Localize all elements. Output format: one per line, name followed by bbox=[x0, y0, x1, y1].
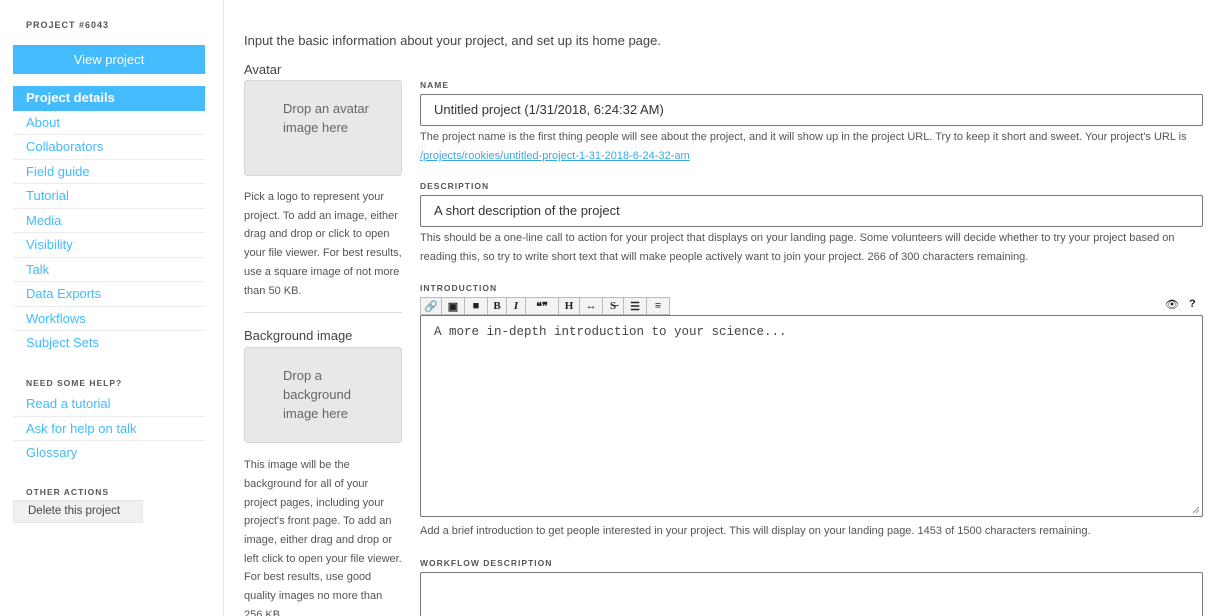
introduction-textarea[interactable]: A more in-depth introduction to your sci… bbox=[420, 315, 1203, 517]
name-section: NAME Untitled project (1/31/2018, 6:24:3… bbox=[420, 80, 1203, 166]
sidebar-item-workflows[interactable]: Workflows bbox=[13, 307, 205, 331]
link-icon[interactable]: 🔗 bbox=[420, 297, 442, 315]
sidebar-item-ask-help[interactable]: Ask for help on talk bbox=[13, 417, 205, 441]
sidebar-item-subject-sets[interactable]: Subject Sets bbox=[13, 331, 205, 356]
strikethrough-icon[interactable]: S̶ bbox=[602, 297, 624, 315]
markdown-toolbar: 🔗 ▣ ■ B I ❝❞ H ↔ S̶ ☰ ≡ bbox=[420, 297, 670, 315]
sidebar-item-collaborators[interactable]: Collaborators bbox=[13, 135, 205, 160]
background-title: Background image bbox=[244, 328, 353, 344]
background-help: This image will be the background for al… bbox=[244, 459, 402, 616]
resize-handle-icon[interactable] bbox=[1192, 506, 1200, 514]
image-column: Avatar Drop an avatar image here Pick a … bbox=[244, 62, 402, 616]
help-heading: NEED SOME HELP? bbox=[26, 378, 123, 388]
introduction-help: Add a brief introduction to get people i… bbox=[420, 525, 1091, 537]
divider bbox=[244, 312, 402, 314]
numbered-list-icon[interactable]: ≡ bbox=[646, 297, 670, 315]
background-dropzone[interactable]: Drop a background image here bbox=[244, 347, 402, 444]
sidebar-item-read-tutorial[interactable]: Read a tutorial bbox=[13, 392, 205, 417]
avatar-help: Pick a logo to represent your project. T… bbox=[244, 191, 402, 297]
description-help: This should be a one-line call to action… bbox=[420, 232, 1175, 263]
introduction-label: INTRODUCTION bbox=[420, 283, 498, 293]
workflow-description-input[interactable] bbox=[420, 572, 1203, 616]
sidebar-item-talk[interactable]: Talk bbox=[13, 258, 205, 282]
bold-icon[interactable]: B bbox=[487, 297, 507, 315]
sidebar: PROJECT #6043 View project Project detai… bbox=[0, 0, 224, 616]
help-question-icon[interactable]: ? bbox=[1189, 298, 1196, 310]
workflow-description-label: WORKFLOW DESCRIPTION bbox=[420, 558, 553, 568]
video-icon[interactable]: ■ bbox=[464, 297, 488, 315]
name-input[interactable]: Untitled project (1/31/2018, 6:24:32 AM) bbox=[420, 94, 1203, 126]
project-url-link[interactable]: /projects/rookies/untitled-project-1-31-… bbox=[420, 150, 690, 162]
view-project-button[interactable]: View project bbox=[13, 45, 205, 74]
name-help-text: The project name is the first thing peop… bbox=[420, 131, 1187, 143]
sidebar-nav: Project details About Collaborators Fiel… bbox=[13, 86, 205, 356]
description-label: DESCRIPTION bbox=[420, 181, 490, 191]
avatar-title: Avatar bbox=[244, 62, 282, 77]
delete-project-button[interactable]: Delete this project bbox=[13, 500, 143, 523]
quote-icon[interactable]: ❝❞ bbox=[525, 297, 559, 315]
name-help: The project name is the first thing peop… bbox=[420, 128, 1203, 166]
introduction-section: INTRODUCTION bbox=[420, 283, 1203, 293]
hrule-icon[interactable]: ↔ bbox=[579, 297, 603, 315]
sidebar-item-tutorial[interactable]: Tutorial bbox=[13, 184, 205, 209]
page-intro: Input the basic information about your p… bbox=[244, 33, 661, 48]
project-number: PROJECT #6043 bbox=[26, 20, 110, 30]
description-input[interactable]: A short description of the project bbox=[420, 195, 1203, 227]
introduction-placeholder: A more in-depth introduction to your sci… bbox=[434, 325, 787, 339]
sidebar-item-visibility[interactable]: Visibility bbox=[13, 233, 205, 258]
workflow-description-section: WORKFLOW DESCRIPTION bbox=[420, 558, 1203, 616]
image-icon[interactable]: ▣ bbox=[441, 297, 465, 315]
sidebar-item-project-details[interactable]: Project details bbox=[13, 86, 205, 111]
sidebar-item-field-guide[interactable]: Field guide bbox=[13, 160, 205, 184]
sidebar-item-glossary[interactable]: Glossary bbox=[13, 441, 205, 466]
bullet-list-icon[interactable]: ☰ bbox=[623, 297, 647, 315]
italic-icon[interactable]: I bbox=[506, 297, 526, 315]
help-list: Read a tutorial Ask for help on talk Glo… bbox=[13, 392, 205, 466]
introduction-help-wrap: Add a brief introduction to get people i… bbox=[420, 522, 1203, 541]
other-actions-heading: OTHER ACTIONS bbox=[26, 487, 110, 497]
sidebar-item-about[interactable]: About bbox=[13, 111, 205, 135]
sidebar-item-data-exports[interactable]: Data Exports bbox=[13, 282, 205, 307]
name-label: NAME bbox=[420, 80, 450, 90]
preview-eye-icon[interactable]: 👁 bbox=[1165, 298, 1179, 311]
avatar-dropzone[interactable]: Drop an avatar image here bbox=[244, 80, 402, 176]
sidebar-item-media[interactable]: Media bbox=[13, 209, 205, 233]
description-section: DESCRIPTION A short description of the p… bbox=[420, 181, 1203, 267]
heading-icon[interactable]: H bbox=[558, 297, 580, 315]
